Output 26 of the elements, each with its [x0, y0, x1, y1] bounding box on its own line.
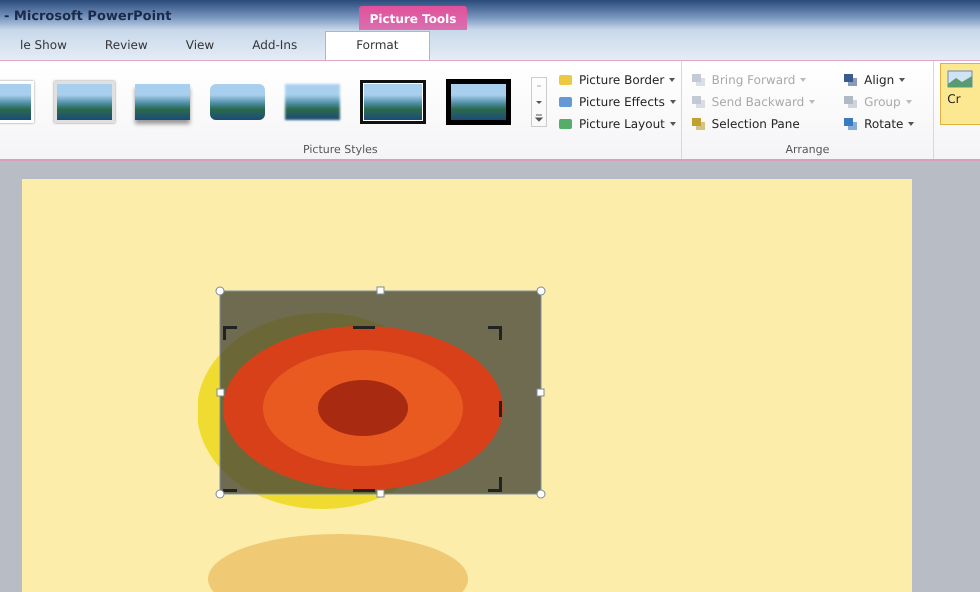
- ribbon-command[interactable]: Rotate: [840, 113, 934, 135]
- ribbon-tab[interactable]: le Show: [4, 32, 83, 60]
- contextual-tab-label: Picture Tools: [359, 6, 467, 30]
- picture-style-thumbnail[interactable]: [54, 81, 115, 123]
- ribbon-command[interactable]: Picture Layout: [555, 113, 679, 135]
- crop-button[interactable]: Cr: [940, 63, 980, 125]
- ribbon-tab[interactable]: Add-Ins: [236, 32, 314, 60]
- ribbon-tab[interactable]: Review: [88, 32, 164, 60]
- ribbon-command[interactable]: Align: [840, 69, 934, 91]
- ribbon-command[interactable]: Selection Pane: [688, 113, 834, 135]
- group-label: Picture Styles: [302, 143, 379, 158]
- picture-style-thumbnail[interactable]: [135, 84, 190, 120]
- ribbon-command[interactable]: Picture Border: [555, 69, 679, 91]
- layers-icon: [690, 72, 708, 88]
- picture-style-thumbnail[interactable]: [446, 79, 511, 125]
- ribbon-command[interactable]: Picture Effects: [555, 91, 679, 113]
- picture-icon: [947, 70, 974, 88]
- layers-icon: [690, 94, 708, 110]
- ribbon-tab[interactable]: Format: [325, 31, 430, 60]
- picture-style-thumbnail[interactable]: [285, 84, 340, 120]
- picture-style-thumbnail[interactable]: [0, 81, 34, 123]
- group-label: Arrange: [784, 143, 830, 158]
- ribbon-tab[interactable]: View: [170, 32, 230, 60]
- window-title: - Microsoft PowerPoint: [4, 9, 173, 24]
- picture-style-thumbnail[interactable]: [360, 80, 426, 124]
- picture-style-thumbnail[interactable]: [210, 84, 265, 120]
